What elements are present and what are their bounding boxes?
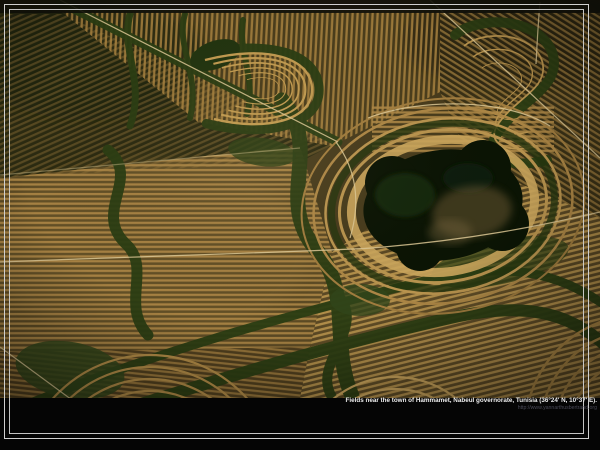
wallpaper-stage: Fields near the town of Hammamet, Nabeul… bbox=[0, 0, 600, 450]
photo-caption: Fields near the town of Hammamet, Nabeul… bbox=[177, 397, 597, 411]
field-patterns bbox=[0, 0, 600, 450]
caption-text: Fields near the town of Hammamet, Nabeul… bbox=[177, 397, 597, 405]
aerial-photo bbox=[0, 0, 600, 450]
credit-url: http://www.yannarthusbertrand.org bbox=[177, 405, 597, 411]
